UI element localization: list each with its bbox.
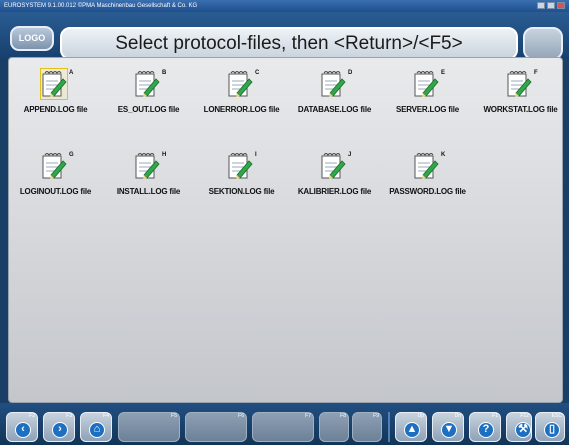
fkey-f7-button[interactable]: F7 — [252, 412, 314, 442]
file-letter: E — [441, 70, 446, 76]
file-label: APPEND.LOG file — [23, 105, 88, 114]
minimize-button[interactable] — [537, 2, 545, 9]
exit-icon: ▯ — [544, 422, 560, 438]
notepad-icon — [134, 151, 160, 181]
window-title: EUROSYSTEM 9.1.00.012 ©PMA Maschinenbau … — [4, 3, 198, 9]
file-item[interactable]: E SERVER.LOG file — [381, 64, 474, 124]
fkey-label: F7 — [305, 413, 311, 419]
fkey-esc-button[interactable]: ESC ▯ — [535, 412, 565, 442]
fkey-dn-button[interactable]: Dn ▼ — [432, 412, 464, 442]
fkey-f4-button[interactable]: F4 ⌂ — [80, 412, 112, 442]
forward-arrow-icon: › — [52, 422, 68, 438]
file-label: SERVER.LOG file — [395, 105, 460, 114]
fkey-label: F9 — [373, 413, 379, 419]
file-item[interactable]: B ES_OUT.LOG file — [102, 64, 195, 124]
file-label: ES_OUT.LOG file — [117, 105, 180, 114]
fkey-label: F12 — [520, 413, 529, 419]
file-item[interactable]: F WORKSTAT.LOG file — [474, 64, 567, 124]
file-item[interactable]: D DATABASE.LOG file — [288, 64, 381, 124]
file-label: INSTALL.LOG file — [116, 187, 181, 196]
file-item[interactable]: J KALIBRIER.LOG file — [288, 146, 381, 206]
fkey-f6-button[interactable]: F6 — [185, 412, 247, 442]
fkey-label: F2 — [29, 413, 35, 419]
file-label: DATABASE.LOG file — [297, 105, 372, 114]
back-arrow-icon: ‹ — [15, 422, 31, 438]
file-letter: A — [69, 70, 74, 76]
fkey-label: Up — [417, 413, 424, 419]
fkey-f5-button[interactable]: F5 — [118, 412, 180, 442]
fkey-label: F4 — [103, 413, 109, 419]
page-title: Select protocol-files, then <Return>/<F5… — [60, 27, 518, 60]
fkey-label: F5 — [171, 413, 177, 419]
maximize-button[interactable] — [547, 2, 555, 9]
file-letter: C — [255, 70, 260, 76]
header-right-button[interactable] — [523, 27, 563, 60]
notepad-icon — [41, 151, 67, 181]
close-button[interactable] — [557, 2, 565, 9]
notepad-icon — [134, 69, 160, 99]
file-item[interactable]: K PASSWORD.LOG file — [381, 146, 474, 206]
header: LOGO Select protocol-files, then <Return… — [0, 12, 569, 60]
fkey-up-button[interactable]: Up ▲ — [395, 412, 427, 442]
file-label: PASSWORD.LOG file — [389, 187, 466, 196]
fkey-f9-button[interactable]: F9 — [352, 412, 382, 442]
file-label: KALIBRIER.LOG file — [297, 187, 372, 196]
home-icon: ⌂ — [89, 422, 105, 438]
file-letter: F — [534, 70, 538, 76]
tools-icon: ⚒ — [515, 422, 531, 438]
file-letter: I — [255, 152, 257, 158]
file-item[interactable]: G LOGINOUT.LOG file — [9, 146, 102, 206]
fkey-label: ESC — [551, 413, 562, 419]
notepad-icon — [320, 151, 346, 181]
fkey-label: F3 — [66, 413, 72, 419]
fkey-f12-button[interactable]: F12 ⚒ — [506, 412, 532, 442]
window-controls — [537, 2, 565, 9]
file-item[interactable]: C LONERROR.LOG file — [195, 64, 288, 124]
notepad-icon — [227, 69, 253, 99]
fkey-f3-button[interactable]: F3 › — [43, 412, 75, 442]
fkey-label: F1 — [492, 413, 498, 419]
fkey-label: Dn — [454, 413, 461, 419]
notepad-icon — [506, 69, 532, 99]
window-titlebar: EUROSYSTEM 9.1.00.012 ©PMA Maschinenbau … — [0, 0, 569, 12]
file-letter: H — [162, 152, 167, 158]
up-icon: ▲ — [404, 422, 420, 438]
file-item[interactable]: A APPEND.LOG file — [9, 64, 102, 124]
fkey-f8-button[interactable]: F8 — [319, 412, 349, 442]
file-letter: G — [69, 152, 74, 158]
file-letter: D — [348, 70, 353, 76]
function-key-bar: F2 ‹ F3 › F4 ⌂ F5 F6 F7 F8 F9 Up ▲ Dn ▼ F1? F12 ⚒ ESC ▯ — [0, 403, 569, 445]
notepad-icon — [413, 151, 439, 181]
notepad-icon — [227, 151, 253, 181]
file-letter: J — [348, 152, 352, 158]
file-label: LONERROR.LOG file — [203, 105, 280, 114]
notepad-icon — [413, 69, 439, 99]
footer-divider — [388, 412, 390, 442]
file-item[interactable]: I SEKTION.LOG file — [195, 146, 288, 206]
down-icon: ▼ — [441, 422, 457, 438]
fkey-f2-button[interactable]: F2 ‹ — [6, 412, 38, 442]
file-label: SEKTION.LOG file — [208, 187, 275, 196]
notepad-icon — [320, 69, 346, 99]
file-label: LOGINOUT.LOG file — [19, 187, 92, 196]
logo: LOGO — [10, 26, 54, 51]
file-item[interactable]: H INSTALL.LOG file — [102, 146, 195, 206]
fkey-label: F6 — [238, 413, 244, 419]
notepad-icon — [40, 68, 68, 100]
file-label: WORKSTAT.LOG file — [483, 105, 558, 114]
file-letter: K — [441, 152, 446, 158]
fkey-f1-button[interactable]: F1? — [469, 412, 501, 442]
help-icon: ? — [478, 422, 494, 438]
fkey-label: F8 — [340, 413, 346, 419]
file-letter: B — [162, 70, 167, 76]
file-grid: A APPEND.LOG file B ES_OUT.LOG file C LONERRO… — [8, 57, 563, 403]
